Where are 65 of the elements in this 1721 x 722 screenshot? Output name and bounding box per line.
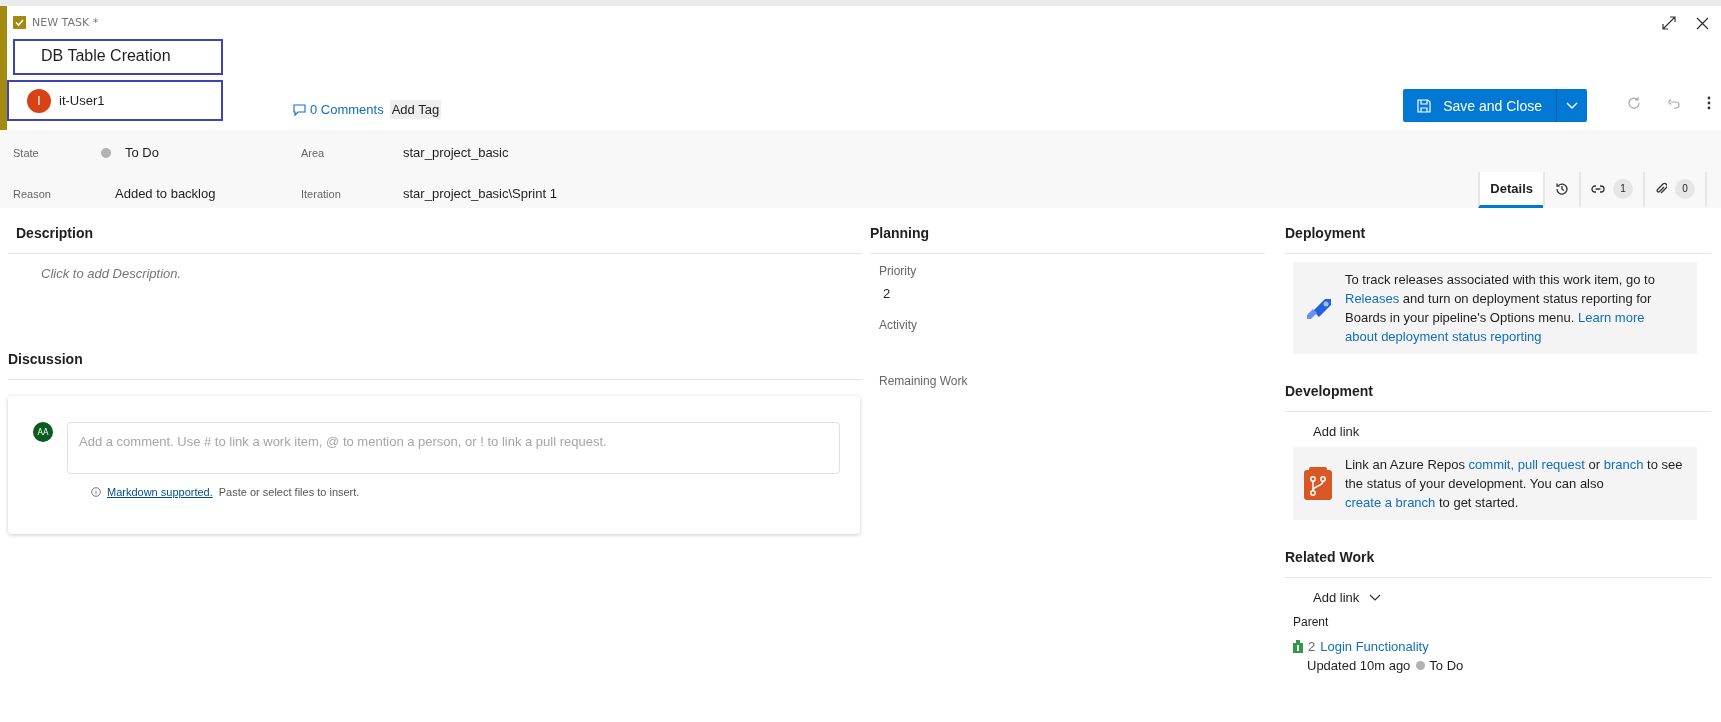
link[interactable]: branch: [1603, 457, 1644, 472]
history-icon: [1555, 181, 1569, 196]
field-value[interactable]: star_project_basic\Sprint 1: [389, 186, 689, 201]
link[interactable]: about deployment status reporting: [1345, 329, 1542, 344]
markdown-link[interactable]: Markdown supported.: [107, 486, 213, 498]
add-link-button[interactable]: Add link: [1313, 424, 1360, 439]
field-label: Activity: [879, 318, 918, 332]
paperclip-icon: [1655, 181, 1667, 196]
field-value[interactable]: To Do: [101, 145, 301, 160]
chevron-down-icon: [1369, 594, 1382, 601]
save-icon: [1417, 98, 1432, 113]
section-heading: Description: [8, 208, 862, 254]
avatar-icon: AA: [33, 422, 53, 442]
info-icon: [91, 487, 101, 497]
link[interactable]: pull request: [1517, 457, 1585, 472]
count-badge: 1: [1613, 178, 1633, 199]
state-text: To Do: [1429, 658, 1464, 673]
section-heading: Development: [1285, 366, 1711, 412]
field-label: Priority: [879, 264, 918, 278]
field-label: Iteration: [301, 187, 342, 200]
task-checkbox-icon: [13, 16, 26, 29]
development-info-text: Link an Azure Repos commit, pull request or branch to see the status of your development. You can also create a branch to get started.: [1345, 456, 1683, 512]
trophy-icon: [1293, 640, 1303, 653]
avatar-icon: I: [27, 88, 51, 113]
section-heading: Planning: [870, 208, 1265, 254]
add-tag-button[interactable]: Add Tag: [389, 100, 442, 119]
link[interactable]: Learn more: [1578, 310, 1645, 325]
link[interactable]: create a branch: [1345, 495, 1436, 510]
work-item-link[interactable]: Login Functionality: [1320, 639, 1429, 654]
field-label: State: [13, 146, 40, 159]
section-heading: Discussion: [8, 334, 862, 380]
comments-link[interactable]: 0 Comments: [293, 102, 384, 117]
work-item-type-label: NEW TASK *: [32, 16, 99, 29]
field-value[interactable]: Added to backlog: [101, 186, 301, 201]
comment-icon: [293, 103, 306, 116]
details-tab[interactable]: Details: [1478, 172, 1543, 208]
field-label: Reason: [13, 187, 52, 200]
field-value[interactable]: 2: [879, 286, 1277, 301]
link-icon: [1591, 183, 1605, 194]
section-heading: Related Work: [1285, 532, 1711, 578]
link[interactable]: Releases: [1345, 291, 1400, 306]
chevron-down-icon: [1566, 101, 1578, 110]
deployment-info-text: To track releases associated with this work item, go to Releases and turn on deployment status reporting for Boards in your pipeline's Options menu. Learn more about deployment status reporting: [1345, 271, 1656, 346]
field-label: Area: [301, 146, 326, 159]
section-heading: Deployment: [1285, 208, 1711, 254]
title-field[interactable]: DB Table Creation: [13, 39, 223, 75]
group-label: Parent: [1292, 614, 1330, 629]
assignee-name: it-User1: [59, 93, 105, 108]
add-link-button[interactable]: Add link: [1313, 590, 1382, 605]
field-value[interactable]: star_project_basic: [389, 145, 689, 160]
more-options-button[interactable]: [1707, 96, 1711, 110]
field-label: Remaining Work: [879, 374, 969, 388]
attachments-tab[interactable]: 0: [1643, 172, 1707, 208]
save-and-close-button[interactable]: Save and Close: [1403, 89, 1557, 122]
work-item-id: 2: [1308, 639, 1316, 654]
count-badge: 0: [1675, 178, 1695, 199]
hint-text: Paste or select files to insert.: [218, 486, 360, 498]
repo-branch-icon: [1303, 466, 1333, 501]
assignee-field[interactable]: I it-User1: [7, 80, 223, 121]
updated-text: Updated 10m ago: [1307, 658, 1411, 673]
expand-button[interactable]: [1662, 16, 1676, 30]
comment-input[interactable]: Add a comment. Use # to link a work item, @ to mention a person, or ! to link a pull request.: [67, 422, 840, 474]
description-field[interactable]: Click to add Description.: [16, 254, 862, 334]
link[interactable]: commit,: [1468, 457, 1515, 472]
close-button[interactable]: [1696, 16, 1709, 30]
